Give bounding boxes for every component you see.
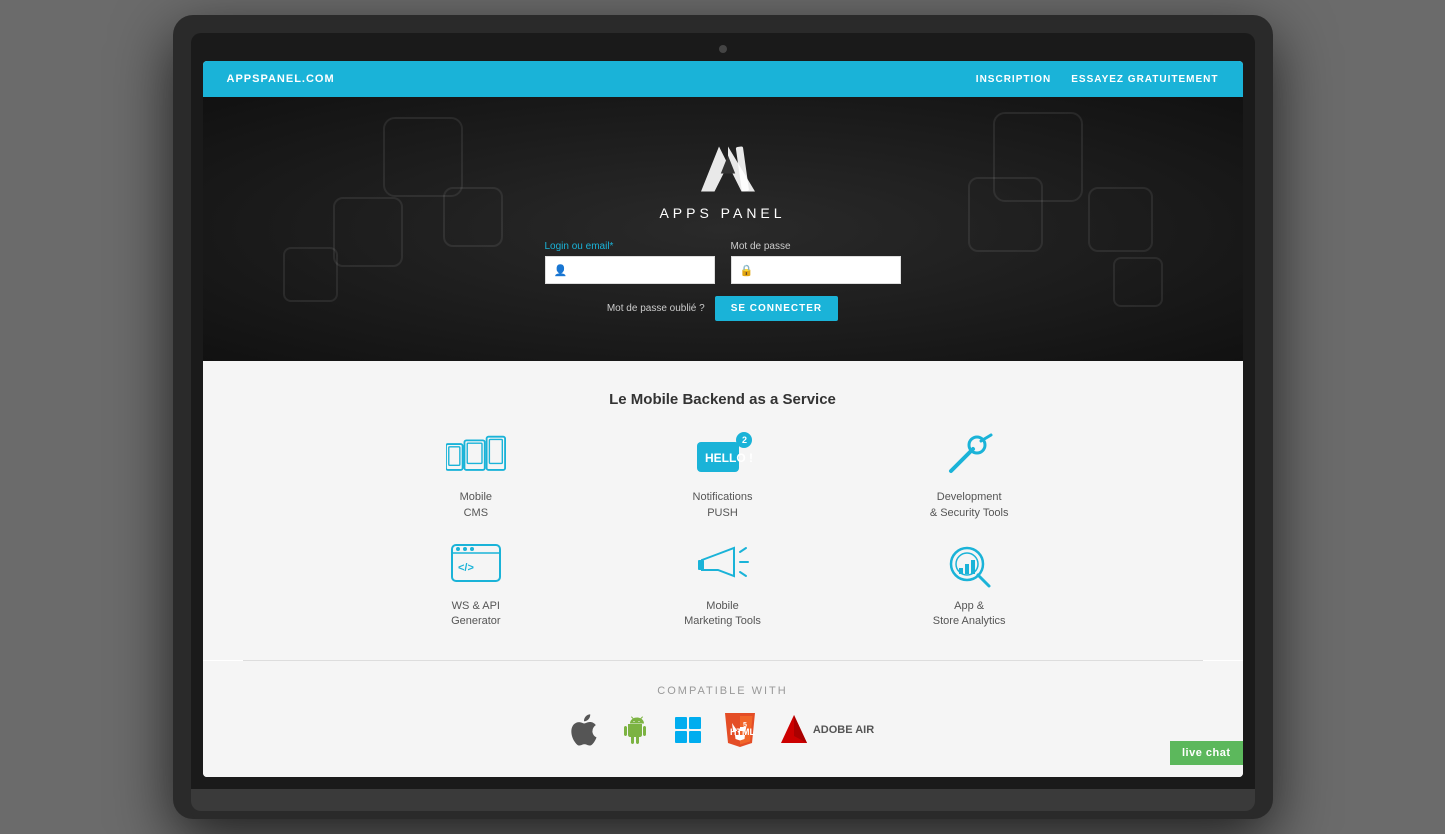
svg-text:</>: </> bbox=[458, 562, 474, 574]
laptop-base bbox=[191, 789, 1255, 811]
camera bbox=[719, 45, 727, 53]
login-label: Login ou email* bbox=[545, 241, 614, 252]
features-section: Le Mobile Backend as a Service bbox=[203, 361, 1243, 660]
svg-text:5: 5 bbox=[743, 722, 747, 729]
password-field-group: Mot de passe 🔒 bbox=[731, 241, 901, 284]
android-icon bbox=[623, 713, 651, 747]
features-grid: MobileCMS HELLO ! 2 NotificationsPUSH bbox=[373, 432, 1073, 630]
feature-ws-api: </> WS & APIGenerator bbox=[373, 541, 580, 630]
screen: APPSPANEL.COM INSCRIPTION ESSAYEZ GRATUI… bbox=[203, 61, 1243, 777]
login-field-group: Login ou email* 👤 bbox=[545, 241, 715, 284]
logo-text: APPS PANEL bbox=[223, 205, 1223, 221]
mobile-cms-label: MobileCMS bbox=[460, 490, 492, 521]
feature-notifications-push: HELLO ! 2 NotificationsPUSH bbox=[619, 432, 826, 521]
features-title: Le Mobile Backend as a Service bbox=[243, 391, 1203, 408]
forgot-password-link[interactable]: Mot de passe oublié ? bbox=[607, 303, 705, 314]
login-form: Login ou email* 👤 Mot de passe 🔒 bbox=[223, 241, 1223, 321]
analytics-label: App &Store Analytics bbox=[933, 599, 1006, 630]
screen-bezel: APPSPANEL.COM INSCRIPTION ESSAYEZ GRATUI… bbox=[191, 33, 1255, 789]
logo-section: APPS PANEL bbox=[223, 127, 1223, 221]
submit-button[interactable]: SE CONNECTER bbox=[715, 296, 838, 321]
notifications-push-icon: HELLO ! 2 bbox=[692, 432, 752, 482]
ws-api-label: WS & APIGenerator bbox=[451, 599, 501, 630]
login-input[interactable] bbox=[573, 264, 705, 276]
inscription-link[interactable]: INSCRIPTION bbox=[976, 74, 1051, 85]
compatible-section: COMPATIBLE WITH bbox=[203, 661, 1243, 777]
dev-security-label: Development& Security Tools bbox=[930, 490, 1009, 521]
live-chat-button[interactable]: live chat bbox=[1170, 741, 1243, 765]
password-input[interactable] bbox=[759, 264, 891, 276]
form-fields: Login ou email* 👤 Mot de passe 🔒 bbox=[545, 241, 901, 284]
feature-mobile-cms: MobileCMS bbox=[373, 432, 580, 521]
mobile-cms-icon bbox=[446, 432, 506, 482]
try-free-link[interactable]: ESSAYEZ GRATUITEMENT bbox=[1071, 74, 1218, 85]
windows-squares bbox=[675, 717, 701, 743]
feature-marketing: MobileMarketing Tools bbox=[619, 541, 826, 630]
svg-text:HELLO !: HELLO ! bbox=[705, 451, 752, 465]
adobe-air-icon: ADOBE AIR bbox=[779, 713, 874, 747]
analytics-icon bbox=[939, 541, 999, 591]
lock-icon: 🔒 bbox=[740, 264, 754, 277]
login-input-wrapper: 👤 bbox=[545, 256, 715, 284]
notifications-push-label: NotificationsPUSH bbox=[693, 490, 753, 521]
marketing-label: MobileMarketing Tools bbox=[684, 599, 761, 630]
marketing-icon bbox=[692, 541, 752, 591]
compatible-title: COMPATIBLE WITH bbox=[243, 685, 1203, 697]
password-label: Mot de passe bbox=[731, 241, 791, 252]
brand-label: APPSPANEL.COM bbox=[227, 73, 335, 85]
logo-icon bbox=[683, 127, 763, 197]
password-input-wrapper: 🔒 bbox=[731, 256, 901, 284]
dev-security-icon bbox=[939, 432, 999, 482]
ws-api-icon: </> bbox=[446, 541, 506, 591]
form-bottom: Mot de passe oublié ? SE CONNECTER bbox=[607, 296, 838, 321]
platform-icons: HTML 5 ADOBE AIR bbox=[243, 713, 1203, 747]
html5-icon: HTML 5 bbox=[725, 713, 755, 747]
top-nav: APPSPANEL.COM INSCRIPTION ESSAYEZ GRATUI… bbox=[203, 61, 1243, 97]
windows-icon bbox=[675, 717, 701, 743]
hero-section: APPS PANEL Login ou email* 👤 bbox=[203, 97, 1243, 361]
feature-analytics: App &Store Analytics bbox=[866, 541, 1073, 630]
laptop-frame: APPSPANEL.COM INSCRIPTION ESSAYEZ GRATUI… bbox=[173, 15, 1273, 819]
apple-icon bbox=[571, 713, 599, 747]
user-icon: 👤 bbox=[554, 264, 568, 277]
nav-links: INSCRIPTION ESSAYEZ GRATUITEMENT bbox=[976, 74, 1219, 85]
feature-dev-security: Development& Security Tools bbox=[866, 432, 1073, 521]
laptop-bottom bbox=[191, 811, 1255, 819]
